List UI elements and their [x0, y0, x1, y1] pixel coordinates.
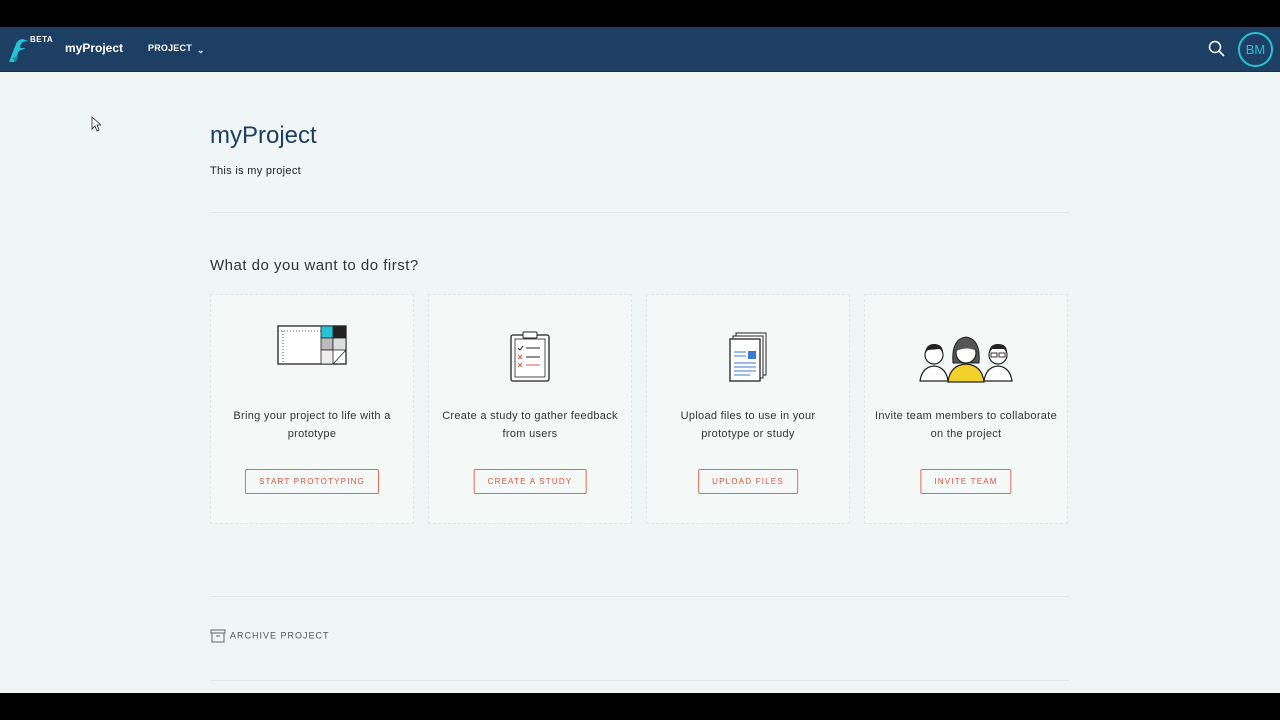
section-title: What do you want to do first?: [210, 257, 419, 274]
top-letterbox: [0, 0, 1280, 27]
archive-project-label: ARCHIVE PROJECT: [230, 630, 330, 641]
archive-icon: [210, 629, 226, 643]
upload-files-button[interactable]: UPLOAD FILES: [698, 469, 798, 494]
mouse-cursor-icon: [91, 116, 101, 132]
user-avatar[interactable]: BM: [1238, 32, 1273, 67]
divider: [210, 680, 1069, 681]
start-prototyping-button[interactable]: START PROTOTYPING: [244, 469, 380, 494]
chevron-down-icon: ⌄: [196, 45, 205, 55]
prototype-icon: [277, 325, 347, 365]
card-upload: Upload files to use in your prototype or…: [646, 294, 850, 524]
main-content: myProject This is my project What do you…: [0, 72, 1280, 693]
bottom-letterbox: [0, 693, 1280, 720]
divider: [210, 212, 1069, 213]
documents-icon: [729, 332, 767, 382]
project-menu-label: PROJECT: [148, 43, 192, 53]
card-study: Create a study to gather feedback from u…: [428, 294, 632, 524]
card-team: Invite team members to collaborate on th…: [864, 294, 1068, 524]
invite-team-button[interactable]: INVITE TEAM: [920, 469, 1012, 494]
card-text: Create a study to gather feedback from u…: [442, 410, 618, 440]
create-study-button[interactable]: CREATE A STUDY: [473, 469, 587, 494]
card-text: Invite team members to collaborate on th…: [875, 410, 1057, 440]
app-header: BETA myProject PROJECT ⌄ BM: [0, 27, 1280, 72]
divider: [210, 596, 1069, 597]
archive-project-link[interactable]: ARCHIVE PROJECT: [210, 629, 330, 643]
header-project-name[interactable]: myProject: [65, 41, 123, 55]
app-logo-icon[interactable]: [6, 34, 32, 64]
card-text: Upload files to use in your prototype or…: [680, 410, 816, 440]
card-prototype: Bring your project to life with a protot…: [210, 294, 414, 524]
page-title: myProject: [210, 122, 317, 149]
card-text: Bring your project to life with a protot…: [233, 410, 391, 440]
project-menu-dropdown[interactable]: PROJECT ⌄: [148, 43, 205, 55]
clipboard-icon: [510, 331, 550, 382]
beta-badge: BETA: [30, 35, 54, 44]
search-icon[interactable]: [1207, 39, 1227, 59]
team-icon: [919, 336, 1013, 383]
project-description: This is my project: [210, 165, 301, 177]
